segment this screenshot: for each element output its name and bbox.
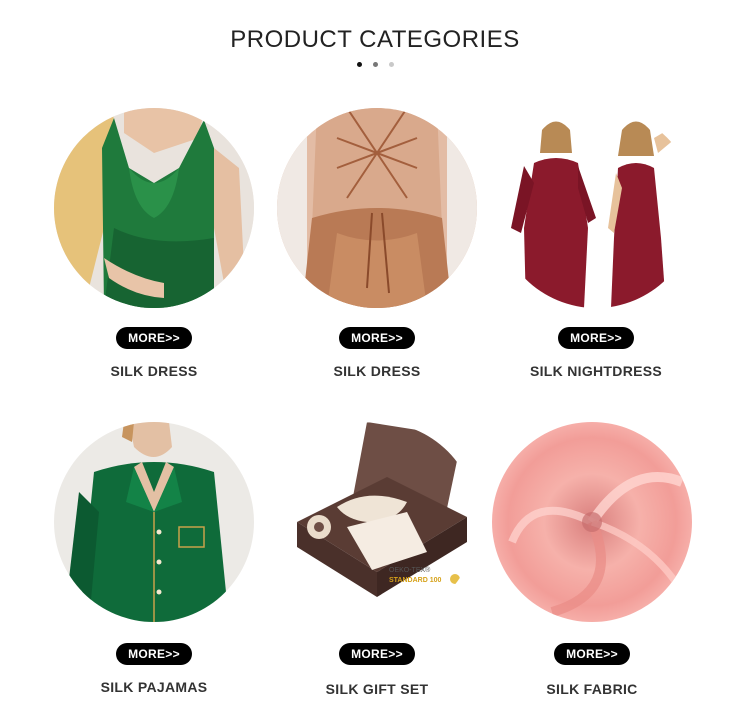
category-card-silk-fabric[interactable]: MORE>> SILK FABRIC: [482, 422, 702, 712]
category-card-silk-dress-green[interactable]: MORE>> SILK DRESS: [44, 108, 264, 398]
category-card-silk-pajamas[interactable]: MORE>> SILK PAJAMAS: [44, 422, 264, 712]
category-image-silk-pajamas[interactable]: [54, 422, 254, 622]
category-card-silk-nightdress[interactable]: MORE>> SILK NIGHTDRESS: [486, 108, 706, 398]
svg-text:STANDARD 100: STANDARD 100: [389, 577, 441, 584]
category-image-silk-nightdress[interactable]: [496, 108, 696, 308]
pagination-dot-2[interactable]: [372, 62, 378, 67]
category-label: SILK GIFT SET: [325, 681, 429, 697]
more-button[interactable]: MORE>>: [554, 643, 630, 665]
oeko-tex-badge: OEKO-TEX®: [389, 566, 431, 574]
page-title: PRODUCT CATEGORIES: [230, 26, 520, 53]
more-button[interactable]: MORE>>: [339, 327, 415, 349]
category-label: SILK DRESS: [333, 363, 421, 379]
pagination-dot-1[interactable]: [356, 62, 362, 67]
category-label: SILK FABRIC: [546, 681, 638, 697]
more-button[interactable]: MORE>>: [339, 643, 415, 665]
category-image-green-silk-dress[interactable]: [54, 108, 254, 308]
category-label: SILK DRESS: [110, 363, 198, 379]
carousel-pagination[interactable]: [0, 62, 750, 67]
category-image-silk-fabric[interactable]: [492, 422, 692, 622]
category-card-silk-gift-set[interactable]: OEKO-TEX® STANDARD 100 MORE>> SILK GIFT …: [267, 422, 487, 712]
more-button[interactable]: MORE>>: [116, 327, 192, 349]
category-card-silk-dress-champagne[interactable]: MORE>> SILK DRESS: [267, 108, 487, 398]
category-label: SILK NIGHTDRESS: [529, 363, 663, 379]
category-label: SILK PAJAMAS: [100, 679, 208, 695]
more-button[interactable]: MORE>>: [116, 643, 192, 665]
pagination-dot-3[interactable]: [388, 62, 394, 67]
category-image-champagne-silk-dress[interactable]: [277, 108, 477, 308]
more-button[interactable]: MORE>>: [558, 327, 634, 349]
category-image-silk-gift-set[interactable]: OEKO-TEX® STANDARD 100: [277, 422, 477, 622]
